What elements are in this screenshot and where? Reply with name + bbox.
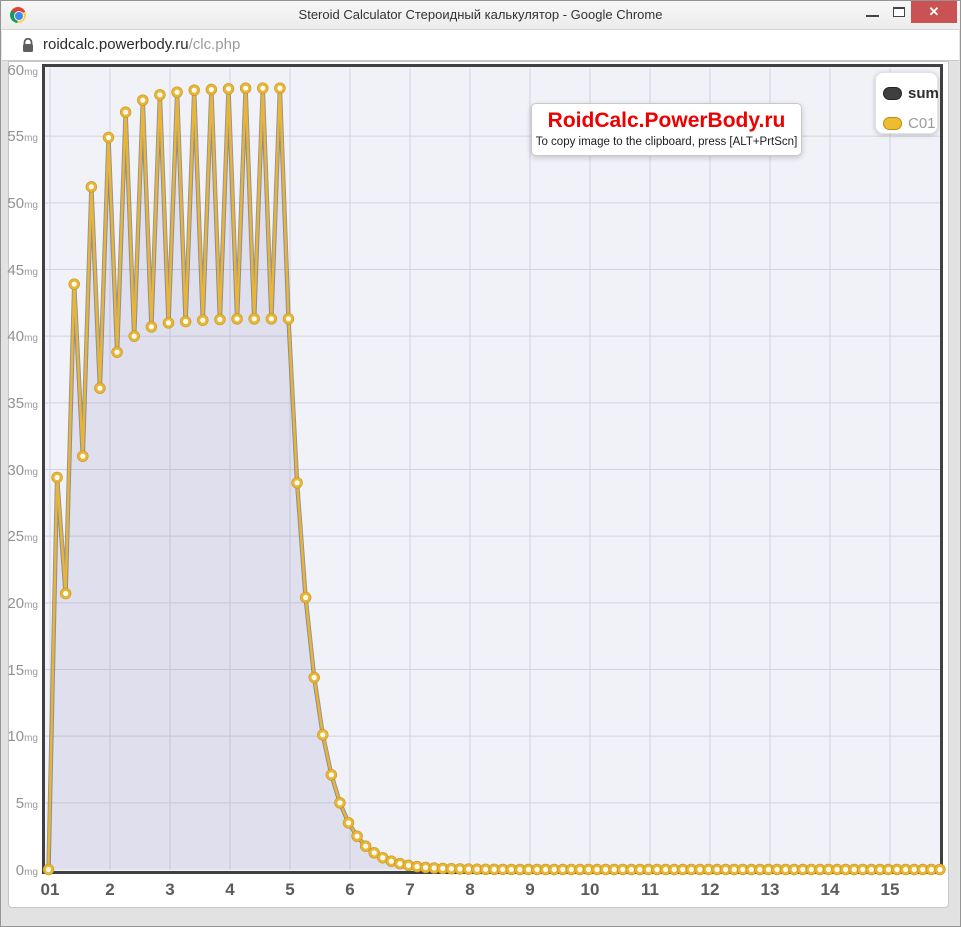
x-tick-label: 9	[508, 880, 552, 900]
watermark-box: RoidCalc.PowerBody.ru To copy image to t…	[531, 103, 802, 156]
lock-icon[interactable]	[22, 38, 34, 53]
minimize-icon	[866, 15, 879, 17]
x-tick-label: 11	[628, 880, 672, 900]
chart-legend: sum C01	[875, 72, 938, 134]
y-tick-label: 25mg	[7, 528, 38, 546]
x-tick-label: 8	[448, 880, 492, 900]
y-tick-label: 0mg	[16, 862, 38, 880]
y-tick-label: 15mg	[7, 662, 38, 680]
y-tick-label: 40mg	[7, 328, 38, 346]
browser-window: Steroid Calculator Стероидный калькулято…	[0, 0, 961, 927]
url-path: /clc.php	[189, 36, 241, 53]
watermark-subtitle: To copy image to the clipboard, press [A…	[532, 136, 801, 148]
window-title: Steroid Calculator Стероидный калькулято…	[1, 1, 960, 29]
y-axis-labels: 0mg 5mg 10mg 15mg 20mg 25mg 30mg 35mg 40mg 45mg 50…	[9, 62, 40, 882]
y-tick-label: 10mg	[7, 728, 38, 746]
maximize-icon	[893, 7, 905, 17]
minimize-button[interactable]	[859, 1, 886, 23]
y-tick-label: 60mg	[7, 62, 38, 80]
x-tick-label: 3	[148, 880, 192, 900]
x-tick-label: 10	[568, 880, 612, 900]
legend-item-c01[interactable]: C01	[883, 111, 937, 135]
y-tick-label: 55mg	[7, 128, 38, 146]
y-tick-label: 50mg	[7, 195, 38, 213]
plot-area[interactable]	[42, 64, 943, 874]
x-tick-label: 13	[748, 880, 792, 900]
y-tick-label: 5mg	[16, 795, 38, 813]
y-tick-label: 35mg	[7, 395, 38, 413]
legend-label-c01: C01	[908, 115, 936, 132]
x-tick-label: 14	[808, 880, 852, 900]
x-tick-label: 15	[868, 880, 912, 900]
y-tick-label: 45mg	[7, 262, 38, 280]
watermark-title: RoidCalc.PowerBody.ru	[532, 109, 801, 133]
url-host: roidcalc.powerbody.ru	[43, 36, 189, 53]
page-viewport: 0mg5mg10mg15mg20mg25mg30mg35mg40mg45mg50…	[2, 61, 959, 925]
legend-item-sum[interactable]: sum	[883, 81, 937, 105]
y-tick-label: 20mg	[7, 595, 38, 613]
x-tick-label: 6	[328, 880, 372, 900]
title-bar[interactable]: Steroid Calculator Стероидный калькулято…	[1, 1, 960, 29]
x-tick-label: 2	[88, 880, 132, 900]
y-tick-label: 30mg	[7, 462, 38, 480]
x-tick-label: 01	[28, 880, 72, 900]
sum-series-swatch-icon	[883, 87, 902, 100]
chart-panel: 0mg5mg10mg15mg20mg25mg30mg35mg40mg45mg50…	[8, 61, 949, 908]
x-tick-label: 7	[388, 880, 432, 900]
address-bar[interactable]: roidcalc.powerbody.ru/clc.php	[2, 29, 959, 61]
c01-series-swatch-icon	[883, 117, 902, 130]
legend-label-sum: sum	[908, 85, 939, 102]
chart-canvas[interactable]	[45, 67, 940, 871]
x-tick-label: 5	[268, 880, 312, 900]
x-tick-label: 12	[688, 880, 732, 900]
maximize-button[interactable]	[886, 1, 913, 23]
x-tick-label: 4	[208, 880, 252, 900]
close-button[interactable]: ✕	[911, 1, 957, 23]
url-text[interactable]: roidcalc.powerbody.ru/clc.php	[43, 30, 240, 60]
x-axis-labels: 01 23456789 10 11 12 13 14 15	[9, 880, 950, 902]
